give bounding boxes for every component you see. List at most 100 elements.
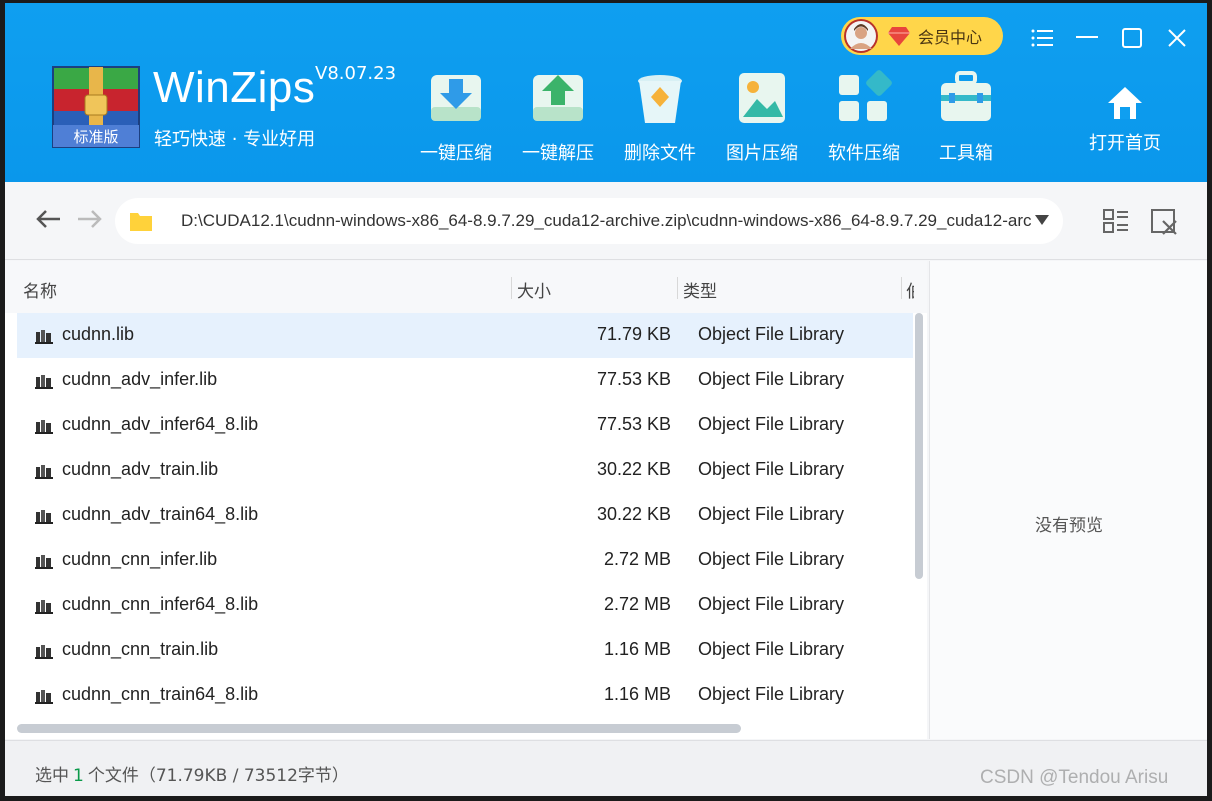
- home-icon: [1108, 87, 1142, 119]
- horizontal-scrollbar[interactable]: [17, 724, 741, 733]
- file-type: Object File Library: [698, 639, 845, 659]
- file-size: 2.72 MB: [603, 549, 671, 569]
- delete-icon: [638, 75, 682, 123]
- column-header-type[interactable]: 类型: [683, 277, 717, 302]
- software-compress-label: 软件压缩: [828, 143, 900, 164]
- file-size: 71.79 KB: [596, 324, 671, 344]
- extract-icon: [533, 75, 583, 121]
- file-name: cudnn.lib: [62, 324, 135, 344]
- software-compress-button[interactable]: 软件压缩: [813, 67, 915, 175]
- compress-icon: [431, 75, 481, 121]
- header-bar: 标准版 WinZips V8.07.23 轻巧快速 · 专业好用 一键压缩 一键…: [5, 3, 1207, 182]
- path-text[interactable]: D:\CUDA12.1\cudnn-windows-x86_64-8.9.7.2…: [181, 211, 1031, 231]
- image-compress-button[interactable]: 图片压缩: [711, 67, 813, 175]
- file-size: 77.53 KB: [596, 369, 671, 389]
- column-header-size[interactable]: 大小: [517, 277, 551, 302]
- file-name: cudnn_cnn_infer.lib: [62, 549, 218, 569]
- library-file-icon: [35, 510, 53, 524]
- file-row[interactable]: cudnn_adv_train64_8.lib 30.22 KB Object …: [17, 493, 913, 538]
- close-icon: [1168, 29, 1186, 47]
- file-row[interactable]: cudnn_adv_infer64_8.lib 77.53 KB Object …: [17, 403, 913, 448]
- file-type: Object File Library: [698, 594, 845, 614]
- column-header-name[interactable]: 名称: [23, 277, 57, 302]
- path-field[interactable]: D:\CUDA12.1\cudnn-windows-x86_64-8.9.7.2…: [115, 198, 1063, 244]
- selection-status: 选中 1 个文件（71.79KB / 73512字节）: [35, 761, 349, 786]
- maximize-icon: [1122, 28, 1142, 48]
- file-list: 名称 大小 类型 伯 cudnn.lib 71.79 KB Object Fil…: [5, 261, 927, 739]
- column-header-extra[interactable]: 伯: [906, 277, 914, 302]
- file-size: 30.22 KB: [596, 459, 671, 479]
- forward-button[interactable]: [75, 204, 105, 234]
- app-window: 标准版 WinZips V8.07.23 轻巧快速 · 专业好用 一键压缩 一键…: [5, 3, 1207, 796]
- back-button[interactable]: [33, 204, 63, 234]
- file-type: Object File Library: [698, 549, 845, 569]
- maximize-button[interactable]: [1117, 23, 1147, 53]
- delete-file-button[interactable]: 删除文件: [609, 67, 711, 175]
- column-divider[interactable]: [511, 277, 512, 299]
- close-preview-icon[interactable]: [1149, 206, 1179, 236]
- extract-label: 一键解压: [522, 143, 594, 164]
- file-row[interactable]: cudnn_adv_train.lib 30.22 KB Object File…: [17, 448, 913, 493]
- library-file-icon: [35, 465, 53, 479]
- selected-count: 1: [73, 766, 84, 786]
- toolbox-button[interactable]: 工具箱: [915, 67, 1017, 175]
- menu-button[interactable]: [1027, 23, 1057, 53]
- preview-panel: 没有预览: [929, 261, 1207, 739]
- column-divider[interactable]: [901, 277, 902, 299]
- compress-button[interactable]: 一键压缩: [405, 67, 507, 175]
- vertical-scrollbar[interactable]: [915, 313, 923, 579]
- file-type: Object File Library: [698, 684, 845, 704]
- file-row[interactable]: cudnn.lib 71.79 KB Object File Library: [17, 313, 913, 358]
- file-type: Object File Library: [698, 414, 845, 434]
- library-file-icon: [35, 330, 53, 344]
- open-home-button[interactable]: 打开首页: [1075, 83, 1175, 155]
- toolbar: 一键压缩 一键解压 删除文件 图片压缩 软件压缩 工具箱: [405, 67, 1017, 175]
- file-size: 1.16 MB: [603, 639, 671, 659]
- file-row[interactable]: cudnn_cnn_infer.lib 2.72 MB Object File …: [17, 538, 913, 583]
- column-divider[interactable]: [677, 277, 678, 299]
- software-compress-icon: [839, 70, 892, 121]
- extract-button[interactable]: 一键解压: [507, 67, 609, 175]
- status-suffix: 个文件（71.79KB / 73512字节）: [87, 766, 349, 786]
- file-type: Object File Library: [698, 504, 845, 524]
- image-compress-label: 图片压缩: [726, 143, 798, 164]
- app-logo: 标准版: [51, 65, 141, 149]
- chevron-down-icon[interactable]: [1035, 215, 1049, 225]
- file-name: cudnn_adv_infer64_8.lib: [62, 414, 259, 434]
- app-version: V8.07.23: [315, 63, 397, 84]
- column-headers: 名称 大小 类型 伯: [5, 261, 927, 313]
- toolbox-icon: [941, 71, 991, 121]
- vip-center-button[interactable]: 会员中心: [841, 17, 1003, 55]
- delete-label: 删除文件: [624, 143, 696, 164]
- toolbox-label: 工具箱: [939, 143, 993, 164]
- file-name: cudnn_cnn_train.lib: [62, 639, 219, 659]
- watermark: CSDN @Tendou Arisu: [980, 767, 1169, 788]
- file-size: 2.72 MB: [603, 594, 671, 614]
- file-name: cudnn_adv_infer.lib: [62, 369, 218, 389]
- file-type: Object File Library: [698, 459, 845, 479]
- library-file-icon: [35, 600, 53, 614]
- file-name: cudnn_cnn_infer64_8.lib: [62, 594, 259, 614]
- file-size: 30.22 KB: [596, 504, 671, 524]
- library-file-icon: [35, 375, 53, 389]
- address-bar: D:\CUDA12.1\cudnn-windows-x86_64-8.9.7.2…: [5, 182, 1207, 260]
- close-button[interactable]: [1162, 23, 1192, 53]
- minimize-button[interactable]: [1072, 23, 1102, 53]
- image-compress-icon: [739, 73, 785, 123]
- arrow-left-icon: [36, 210, 60, 228]
- app-name: WinZips: [153, 63, 316, 112]
- file-row[interactable]: cudnn_cnn_train64_8.lib 1.16 MB Object F…: [17, 673, 913, 718]
- file-size: 1.16 MB: [603, 684, 671, 704]
- folder-icon: [130, 213, 152, 231]
- file-type: Object File Library: [698, 369, 845, 389]
- layout-view-icon[interactable]: [1101, 206, 1131, 236]
- file-row[interactable]: cudnn_cnn_infer64_8.lib 2.72 MB Object F…: [17, 583, 913, 628]
- vip-center-label: 会员中心: [918, 28, 983, 47]
- file-row[interactable]: cudnn_adv_infer.lib 77.53 KB Object File…: [17, 358, 913, 403]
- menu-icon: [1031, 29, 1053, 47]
- file-type: Object File Library: [698, 324, 845, 344]
- file-rows: cudnn.lib 71.79 KB Object File Library c…: [17, 313, 913, 718]
- status-prefix: 选中: [35, 766, 69, 786]
- file-row[interactable]: cudnn_cnn_train.lib 1.16 MB Object File …: [17, 628, 913, 673]
- file-name: cudnn_adv_train.lib: [62, 459, 219, 479]
